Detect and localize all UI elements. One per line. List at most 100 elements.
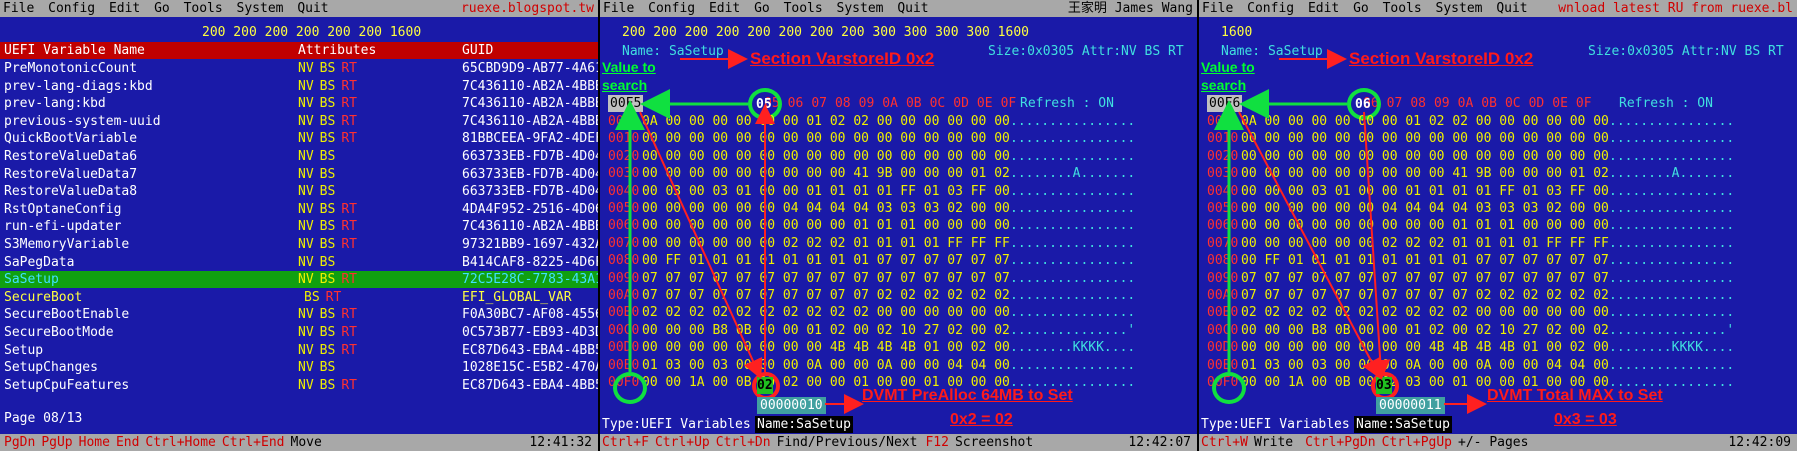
list-item[interactable]: Setup NV BS RT EC87D643-EBA4-4BB5 [0,342,598,359]
hex-bytes[interactable]: 00 00 00 00 00 00 02 02 02 01 01 01 01 F… [642,235,1010,252]
hex-row[interactable]: 0070 00 00 00 00 00 00 02 02 02 01 01 01 … [600,235,1197,252]
list-item[interactable]: SecureBootMode NV BS RT 0C573B77-EB93-4D3D [0,324,598,341]
menu-edit[interactable]: Edit [1305,1,1342,16]
menu-tools[interactable]: Tools [181,1,226,16]
hex-bytes[interactable]: 00 00 00 00 00 00 00 00 00 01 01 01 00 0… [642,217,1010,234]
hex-row[interactable]: 0050 00 00 00 00 00 00 04 04 04 04 03 03 … [600,200,1197,217]
menu-quit[interactable]: Quit [1493,1,1530,16]
target-byte-value[interactable]: 03 [1376,377,1392,394]
hex-row[interactable]: 0080 00 FF 01 01 01 01 01 01 01 01 07 07 … [1199,252,1796,269]
list-item[interactable]: SaPegData NV BS B414CAF8-8225-4D6F [0,254,598,271]
menu-go[interactable]: Go [151,1,173,16]
menu-system[interactable]: System [1433,1,1486,16]
hex-row[interactable]: 0090 07 07 07 07 07 07 07 07 07 07 07 07 … [1199,270,1796,287]
hex-bytes[interactable]: 00 00 00 03 01 00 00 01 01 01 01 FF 01 0… [1241,183,1609,200]
menu-config[interactable]: Config [1244,1,1297,16]
list-item[interactable]: QuickBootVariable NV BS RT 81BBCEEA-9FA2-4DE… [0,130,598,147]
hex-row[interactable]: 00D0 00 00 00 00 00 00 00 00 4B 4B 4B 4B … [1199,339,1796,356]
menu-system[interactable]: System [834,1,887,16]
hex-bytes[interactable]: 02 02 02 02 02 02 02 02 02 02 00 00 00 0… [642,304,1010,321]
list-item[interactable]: SecureBoot BS RT EFI_GLOBAL_VAR [0,289,598,306]
hex-row[interactable]: 0090 07 07 07 07 07 07 07 07 07 07 07 07 … [600,270,1197,287]
hex-bytes[interactable]: 07 07 07 07 07 07 07 07 07 07 02 02 02 0… [1241,287,1609,304]
hex-row[interactable]: 0030 00 00 00 00 00 00 00 00 00 41 9B 00 … [1199,165,1796,182]
hex-bytes[interactable]: 07 07 07 07 07 07 07 07 07 07 02 02 02 0… [642,287,1010,304]
hex-row[interactable]: 0000 0A 00 00 00 00 00 00 01 02 02 00 00 … [1199,113,1796,130]
hex-row[interactable]: 00D0 00 00 00 00 00 00 00 00 4B 4B 4B 4B … [600,339,1197,356]
menu-tools[interactable]: Tools [781,1,826,16]
menu-file[interactable]: File [600,1,637,16]
hex-bytes[interactable]: 00 00 00 00 00 00 00 00 4B 4B 4B 4B 01 0… [1241,339,1609,356]
hex-bytes[interactable]: 01 03 00 03 00 00 00 0A 00 00 0A 00 00 0… [1241,357,1609,374]
hex-bytes[interactable]: 00 00 00 00 00 00 00 00 00 00 00 00 00 0… [642,130,1010,147]
hex-bytes[interactable]: 00 00 00 00 00 00 00 00 00 00 00 00 00 0… [1241,148,1609,165]
hex-bytes[interactable]: 02 02 02 02 02 02 02 02 02 02 00 00 00 0… [1241,304,1609,321]
hex-row[interactable]: 00B0 02 02 02 02 02 02 02 02 02 02 00 00 … [1199,304,1796,321]
hex-row[interactable]: 00C0 00 00 00 B8 0B 00 00 01 02 00 02 10 … [600,322,1197,339]
list-item[interactable]: RstOptaneConfig NV BS RT 4DA4F952-2516-4D06 [0,201,598,218]
list-item[interactable]: previous-system-uuid NV BS RT 7C436110-AB2A-… [0,113,598,130]
hex-bytes[interactable]: 00 FF 01 01 01 01 01 01 01 01 07 07 07 0… [642,252,1010,269]
menu-config[interactable]: Config [45,1,98,16]
hex-bytes[interactable]: 00 00 00 00 00 00 04 04 04 04 03 03 03 0… [1241,200,1609,217]
hex-row[interactable]: 0020 00 00 00 00 00 00 00 00 00 00 00 00 … [600,148,1197,165]
list-item[interactable]: run-efi-updater NV BS RT 7C436110-AB2A-4BBB [0,218,598,235]
hex-row[interactable]: 0010 00 00 00 00 00 00 00 00 00 00 00 00 … [600,130,1197,147]
hex-row[interactable]: 0060 00 00 00 00 00 00 00 00 00 01 01 01 … [1199,217,1796,234]
hex-row[interactable]: 00A0 07 07 07 07 07 07 07 07 07 07 02 02 … [1199,287,1796,304]
search-offset-box[interactable]: 00F5 [608,95,644,112]
menu-tools[interactable]: Tools [1380,1,1425,16]
hex-bytes[interactable]: 00 00 00 00 00 00 00 00 4B 4B 4B 4B 01 0… [642,339,1010,356]
hex-row[interactable]: 0010 00 00 00 00 00 00 00 00 00 00 00 00 … [1199,130,1796,147]
menu-edit[interactable]: Edit [106,1,143,16]
hex-bytes[interactable]: 00 00 00 00 00 00 00 00 00 41 9B 00 00 0… [1241,165,1609,182]
hex-row[interactable]: 0040 00 03 00 03 01 00 00 01 01 01 01 FF … [600,183,1197,200]
hex-row[interactable]: 00E0 01 03 00 03 00 00 00 0A 00 00 0A 00 … [600,357,1197,374]
hex-bytes[interactable]: 00 FF 01 01 01 01 01 01 01 01 07 07 07 0… [1241,252,1609,269]
hex-bytes[interactable]: 00 00 00 00 00 00 00 00 00 41 9B 00 00 0… [642,165,1010,182]
hex-row[interactable]: 0040 00 00 00 03 01 00 00 01 01 01 01 FF … [1199,183,1796,200]
menu-config[interactable]: Config [645,1,698,16]
target-byte-value[interactable]: 02 [757,377,773,394]
list-item[interactable]: SecureBootEnable NV BS RT F0A30BC7-AF08-4556 [0,306,598,323]
hex-bytes[interactable]: 07 07 07 07 07 07 07 07 07 07 07 07 07 0… [642,270,1010,287]
menu-edit[interactable]: Edit [706,1,743,16]
list-item[interactable]: SaSetup NV BS RT 72C5E28C-7783-43A1 [0,271,598,289]
list-item[interactable]: PreMonotonicCount NV BS RT 65CBD9D9-AB77-4A6… [0,60,598,77]
hex-bytes[interactable]: 01 03 00 03 00 00 00 0A 00 00 0A 00 00 0… [642,357,1010,374]
menu-system[interactable]: System [234,1,287,16]
hex-bytes[interactable]: 00 03 00 03 01 00 00 01 01 01 01 FF 01 0… [642,183,1010,200]
menu-file[interactable]: File [1199,1,1236,16]
hex-bytes[interactable]: 0A 00 00 00 00 00 00 01 02 02 00 00 00 0… [642,113,1010,130]
menu-go[interactable]: Go [751,1,773,16]
hex-row[interactable]: 0020 00 00 00 00 00 00 00 00 00 00 00 00 … [1199,148,1796,165]
hex-row[interactable]: 0050 00 00 00 00 00 00 04 04 04 04 03 03 … [1199,200,1796,217]
hex-bytes[interactable]: 00 00 00 00 00 00 02 02 02 01 01 01 01 F… [1241,235,1609,252]
list-item[interactable]: RestoreValueData8 NV BS 663733EB-FD7B-4D04 [0,183,598,200]
hex-row[interactable]: 00C0 00 00 00 B8 0B 00 00 01 02 00 02 10 … [1199,322,1796,339]
hex-bytes[interactable]: 00 00 00 00 00 00 00 00 00 00 00 00 00 0… [1241,130,1609,147]
hex-row[interactable]: 00B0 02 02 02 02 02 02 02 02 02 02 00 00 … [600,304,1197,321]
list-item[interactable]: SetupCpuFeatures NV BS RT EC87D643-EBA4-4BB5 [0,377,598,394]
hex-bytes[interactable]: 00 00 00 B8 0B 00 00 01 02 00 02 10 27 0… [1241,322,1609,339]
hex-row[interactable]: 0030 00 00 00 00 00 00 00 00 00 41 9B 00 … [600,165,1197,182]
hex-row[interactable]: 0070 00 00 00 00 00 00 02 02 02 01 01 01 … [1199,235,1796,252]
list-item[interactable]: RestoreValueData7 NV BS 663733EB-FD7B-4D04 [0,166,598,183]
list-item[interactable]: SetupChanges NV BS 1028E15C-E5B2-470A [0,359,598,376]
menu-quit[interactable]: Quit [894,1,931,16]
hex-row[interactable]: 00E0 01 03 00 03 00 00 00 0A 00 00 0A 00 … [1199,357,1796,374]
hex-row[interactable]: 0000 0A 00 00 00 00 00 00 01 02 02 00 00 … [600,113,1197,130]
hex-row[interactable]: 0080 00 FF 01 01 01 01 01 01 01 01 07 07 … [600,252,1197,269]
hex-bytes[interactable]: 00 00 00 B8 0B 00 00 01 02 00 02 10 27 0… [642,322,1010,339]
menu-quit[interactable]: Quit [294,1,331,16]
hex-row[interactable]: 0060 00 00 00 00 00 00 00 00 00 01 01 01 … [600,217,1197,234]
list-item[interactable]: S3MemoryVariable NV BS RT 97321BB9-1697-432A [0,236,598,253]
menu-file[interactable]: File [0,1,37,16]
menu-go[interactable]: Go [1350,1,1372,16]
search-offset-box[interactable]: 00F6 [1207,95,1243,112]
list-item[interactable]: prev-lang-diags:kbd NV BS RT 7C436110-AB2A-4… [0,78,598,95]
hex-bytes[interactable]: 0A 00 00 00 00 00 00 01 02 02 00 00 00 0… [1241,113,1609,130]
hex-bytes[interactable]: 00 00 00 00 00 00 00 00 00 01 01 01 00 0… [1241,217,1609,234]
hex-row[interactable]: 00A0 07 07 07 07 07 07 07 07 07 07 02 02 … [600,287,1197,304]
hex-bytes[interactable]: 00 00 00 00 00 00 00 00 00 00 00 00 00 0… [642,148,1010,165]
